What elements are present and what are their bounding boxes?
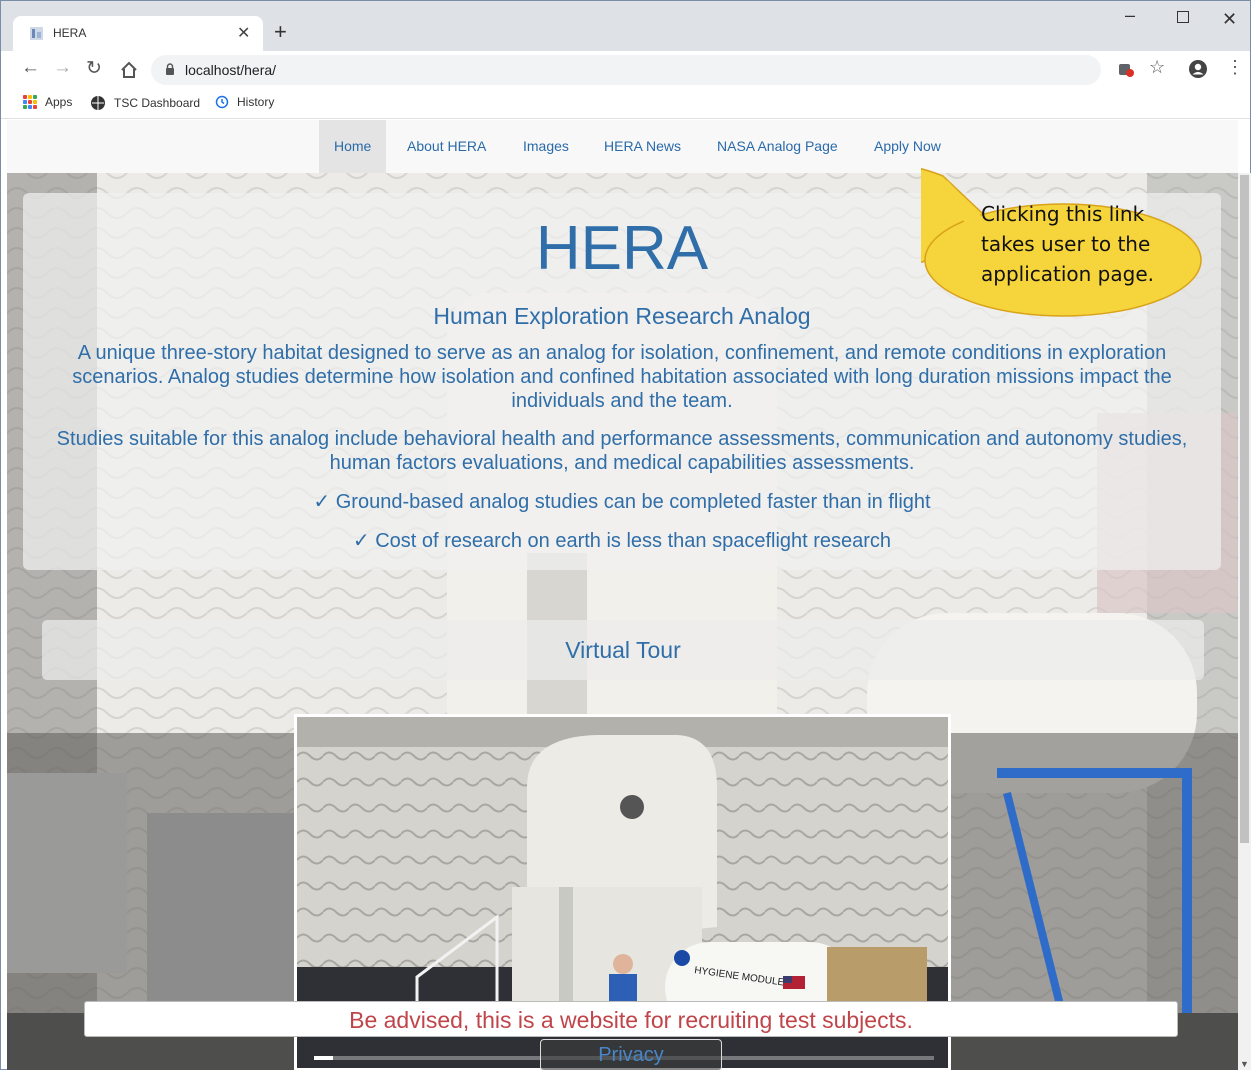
nav-about-hera[interactable]: About HERA	[392, 120, 501, 173]
virtual-tour-link[interactable]: Virtual Tour	[42, 620, 1204, 680]
hera-description: A unique three-story habitat designed to…	[72, 342, 1172, 412]
tab-title: HERA	[53, 26, 87, 40]
tab-hera[interactable]: HERA ✕	[13, 16, 263, 51]
bookmark-apps-label: Apps	[45, 95, 73, 109]
privacy-button[interactable]: Privacy	[540, 1039, 722, 1070]
forward-arrow-icon[interactable]: →	[53, 57, 72, 79]
profile-icon[interactable]	[1188, 59, 1208, 79]
video-progress-fill	[314, 1056, 333, 1060]
bookmark-star-icon[interactable]: ☆	[1149, 57, 1165, 78]
tab-strip: HERA ✕ + – ✕	[1, 1, 1250, 51]
bookmark-history-label: History	[237, 95, 275, 109]
page-favicon-icon	[30, 27, 43, 40]
more-menu-icon[interactable]: ⋮	[1226, 57, 1244, 78]
nav-hera-news[interactable]: HERA News	[589, 120, 696, 173]
home-icon[interactable]	[119, 60, 139, 80]
page-scrollbar[interactable]: ▼	[1238, 173, 1251, 1070]
minimize-icon[interactable]: –	[1125, 5, 1135, 26]
close-tab-icon[interactable]: ✕	[237, 23, 250, 43]
apps-grid-icon	[23, 95, 37, 109]
bookmark-apps[interactable]: Apps	[23, 95, 72, 109]
bookmark-tsc-label: TSC Dashboard	[114, 96, 201, 110]
back-arrow-icon[interactable]: ←	[21, 57, 40, 79]
browser-window: HERA ✕ + – ✕ ← → ↻ localhost/hera/ ☆ ⋮ A…	[0, 0, 1251, 1070]
url-text: localhost/hera/	[185, 62, 277, 78]
bookmark-tsc-dashboard[interactable]: TSC Dashboard	[90, 95, 200, 111]
nav-home[interactable]: Home	[319, 120, 387, 173]
nav-images[interactable]: Images	[508, 120, 584, 173]
lock-icon	[166, 63, 174, 75]
scroll-down-icon[interactable]: ▼	[1240, 1059, 1249, 1069]
bookmarks-bar: Apps TSC Dashboard History	[1, 89, 1250, 119]
check-item-cost: ✓ Cost of research on earth is less than…	[352, 530, 892, 552]
advisory-banner: Be advised, this is a website for recrui…	[84, 1001, 1178, 1037]
maximize-icon[interactable]	[1177, 11, 1189, 23]
history-icon	[215, 95, 229, 109]
address-bar[interactable]: localhost/hera/	[151, 55, 1101, 85]
close-window-icon[interactable]: ✕	[1222, 9, 1237, 30]
bookmark-history[interactable]: History	[215, 95, 274, 109]
browser-toolbar: ← → ↻ localhost/hera/ ☆ ⋮	[1, 51, 1250, 89]
scrollbar-thumb[interactable]	[1240, 175, 1249, 843]
nav-nasa-analog-page[interactable]: NASA Analog Page	[702, 120, 853, 173]
extension-icon[interactable]	[1118, 61, 1134, 77]
callout-text: Clicking this link takes user to the app…	[981, 202, 1154, 286]
dashboard-globe-icon	[91, 96, 105, 110]
check-item-faster: ✓ Ground-based analog studies can be com…	[313, 491, 931, 513]
reload-icon[interactable]: ↻	[86, 57, 102, 80]
hera-studies: Studies suitable for this analog include…	[56, 428, 1188, 474]
new-tab-icon[interactable]: +	[274, 19, 287, 45]
